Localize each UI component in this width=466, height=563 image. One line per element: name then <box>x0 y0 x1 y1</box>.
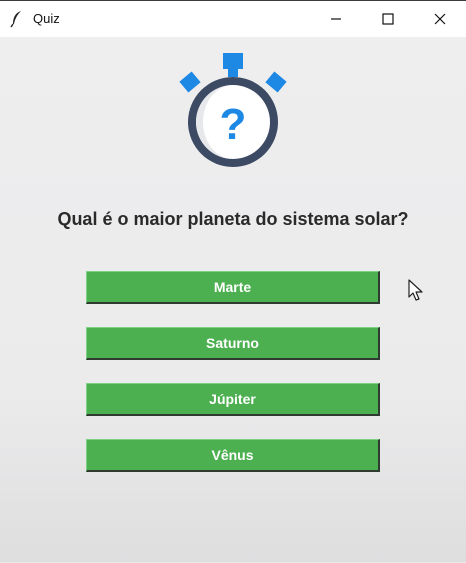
answer-button-saturno[interactable]: Saturno <box>86 327 380 360</box>
answer-button-marte[interactable]: Marte <box>86 271 380 304</box>
question-mark-glyph: ? <box>220 100 247 149</box>
mouse-cursor-icon <box>408 279 423 301</box>
stopwatch-question-icon: ? <box>179 53 287 167</box>
answer-button-venus[interactable]: Vênus <box>86 439 380 472</box>
answer-button-jupiter[interactable]: Júpiter <box>86 383 380 416</box>
close-icon <box>434 13 446 25</box>
maximize-icon <box>382 13 394 25</box>
quiz-content: ? Qual é o maior planeta do sistema sola… <box>0 37 466 563</box>
quiz-window: Quiz ? Qual é o maior planeta do sistema… <box>0 0 466 562</box>
title-bar[interactable]: Quiz <box>0 1 466 37</box>
maximize-button[interactable] <box>362 1 414 37</box>
window-title: Quiz <box>33 11 60 26</box>
question-text: Qual é o maior planeta do sistema solar? <box>57 209 409 229</box>
close-button[interactable] <box>414 1 466 37</box>
minimize-icon <box>331 18 341 20</box>
minimize-button[interactable] <box>310 1 362 37</box>
feather-icon <box>10 11 21 28</box>
